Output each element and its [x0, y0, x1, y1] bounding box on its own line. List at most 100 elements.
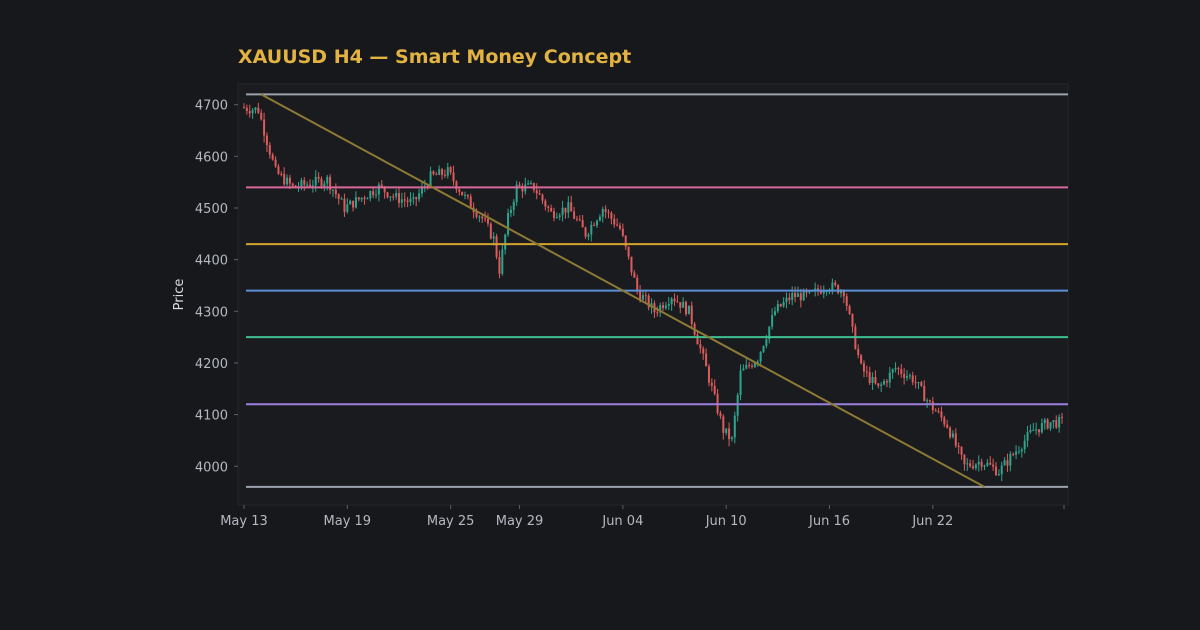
candle-body	[306, 184, 309, 186]
candle-body	[759, 351, 762, 362]
candle-body	[527, 183, 530, 185]
candle-body	[897, 368, 900, 370]
candle-body	[923, 385, 926, 402]
candle-body	[435, 174, 438, 176]
candle-body	[271, 154, 274, 160]
candle-body	[997, 474, 1000, 476]
x-tick-label: May 13	[220, 514, 268, 529]
candle-body	[796, 293, 799, 297]
candle-body	[286, 177, 289, 185]
candle-body	[288, 177, 291, 184]
candle-body	[725, 428, 728, 433]
candle-body	[584, 227, 587, 237]
candle-body	[880, 384, 883, 386]
candle-body	[722, 416, 725, 433]
candle-body	[742, 368, 745, 371]
candle-body	[466, 194, 469, 197]
candle-body	[1015, 451, 1018, 455]
candle-body	[314, 176, 317, 186]
candle-body	[986, 462, 989, 466]
candle-body	[906, 376, 909, 378]
candle-body	[501, 249, 504, 274]
candle-body	[1058, 416, 1061, 428]
x-tick-label: Jun 16	[808, 514, 850, 529]
candle-body	[894, 368, 897, 370]
candle-body	[992, 464, 995, 467]
candle-body	[432, 171, 435, 175]
candle-body	[518, 184, 521, 187]
candle-body	[446, 167, 449, 176]
candle-body	[561, 207, 564, 216]
candle-body	[667, 304, 670, 306]
candle-body	[644, 295, 647, 297]
candle-body	[983, 465, 986, 467]
candle-body	[707, 366, 710, 383]
candle-body	[785, 297, 788, 302]
candle-body	[547, 206, 550, 209]
candle-body	[954, 433, 957, 446]
candle-body	[776, 304, 779, 312]
candle-body	[280, 173, 283, 175]
candle-body	[951, 433, 954, 438]
candle-body	[397, 193, 400, 203]
candle-body	[713, 385, 716, 394]
candle-body	[736, 394, 739, 416]
y-tick-label: 4000	[195, 460, 228, 475]
candle-body	[1035, 429, 1038, 431]
candle-body	[601, 208, 604, 217]
candle-body	[865, 371, 868, 373]
candle-body	[357, 197, 360, 200]
candle-body	[268, 145, 271, 155]
candle-body	[888, 372, 891, 383]
candle-body	[857, 348, 860, 356]
candle-body	[260, 112, 263, 120]
candle-body	[728, 428, 731, 440]
candle-body	[989, 462, 992, 465]
candle-body	[581, 220, 584, 228]
candle-body	[969, 463, 972, 467]
candle-body	[377, 184, 380, 195]
x-tick-label: May 25	[427, 514, 475, 529]
candle-body	[636, 277, 639, 291]
candle-body	[309, 184, 312, 187]
candle-body	[745, 364, 748, 369]
candle-body	[354, 197, 357, 208]
candle-body	[679, 302, 682, 308]
candle-body	[1046, 419, 1049, 429]
candle-body	[1052, 420, 1055, 423]
candle-body	[550, 208, 553, 212]
candle-body	[662, 305, 665, 309]
candle-body	[587, 234, 590, 237]
candle-body	[834, 282, 837, 286]
candle-body	[994, 466, 997, 476]
candle-body	[1026, 432, 1029, 441]
candle-body	[489, 223, 492, 239]
candle-body	[486, 219, 489, 224]
candle-body	[265, 135, 268, 146]
candle-body	[885, 381, 888, 383]
candle-body	[1038, 429, 1041, 433]
candle-body	[558, 215, 561, 218]
candle-body	[639, 290, 642, 300]
candle-body	[406, 200, 409, 203]
candle-body	[943, 417, 946, 425]
candle-body	[877, 383, 880, 386]
candle-body	[773, 311, 776, 316]
candle-body	[567, 202, 570, 213]
candle-body	[685, 301, 688, 315]
candle-body	[848, 306, 851, 314]
candle-body	[960, 446, 963, 455]
candle-body	[613, 218, 616, 225]
candle-body	[360, 197, 363, 200]
candle-body	[831, 282, 834, 291]
x-tick-label: Jun 22	[911, 514, 953, 529]
candle-body	[458, 189, 461, 192]
candle-body	[412, 197, 415, 199]
candle-body	[946, 424, 949, 428]
candle-body	[552, 211, 555, 218]
candle-body	[676, 301, 679, 303]
candle-body	[1029, 430, 1032, 433]
candle-body	[980, 461, 983, 467]
candle-body	[753, 363, 756, 367]
candle-body	[478, 216, 481, 218]
